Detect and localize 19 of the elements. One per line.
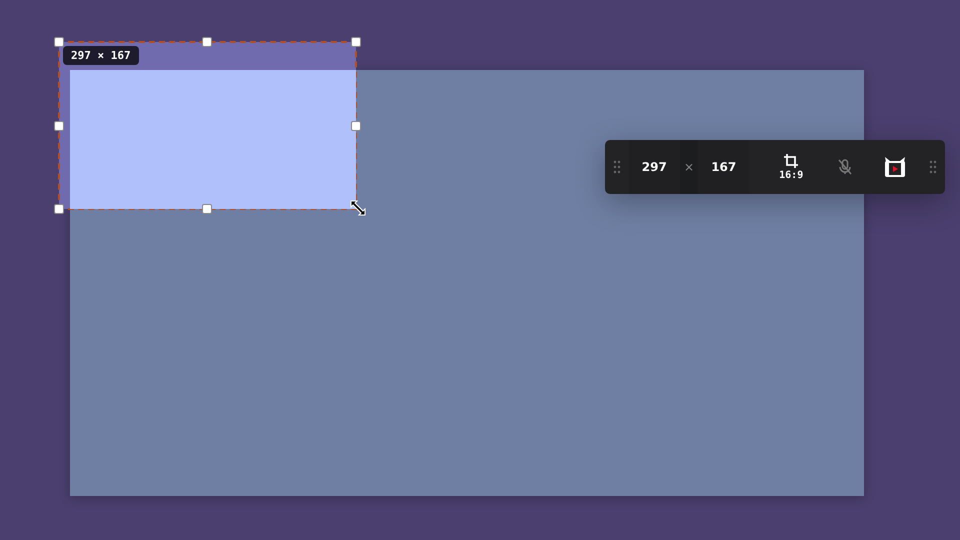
selection-area[interactable] xyxy=(59,42,356,209)
film-play-icon xyxy=(882,156,907,178)
width-field[interactable]: 297 xyxy=(629,140,680,194)
resize-handle[interactable] xyxy=(351,121,361,131)
aspect-ratio-button[interactable]: 16:9 xyxy=(763,140,820,194)
resize-handle[interactable] xyxy=(351,37,361,47)
microphone-off-icon xyxy=(836,158,854,176)
height-field[interactable]: 167 xyxy=(698,140,750,194)
resize-handle[interactable] xyxy=(202,204,212,214)
drag-handle-icon[interactable] xyxy=(613,160,621,174)
resize-handle[interactable] xyxy=(54,121,64,131)
resize-handle[interactable] xyxy=(54,37,64,47)
resize-handle[interactable] xyxy=(202,37,212,47)
size-label: 297 × 167 xyxy=(63,46,139,65)
resize-cursor-icon xyxy=(350,200,366,216)
dimension-separator: × xyxy=(680,140,698,194)
crop-icon xyxy=(784,154,798,168)
drag-handle-icon[interactable] xyxy=(929,160,937,174)
resize-handle[interactable] xyxy=(54,204,64,214)
